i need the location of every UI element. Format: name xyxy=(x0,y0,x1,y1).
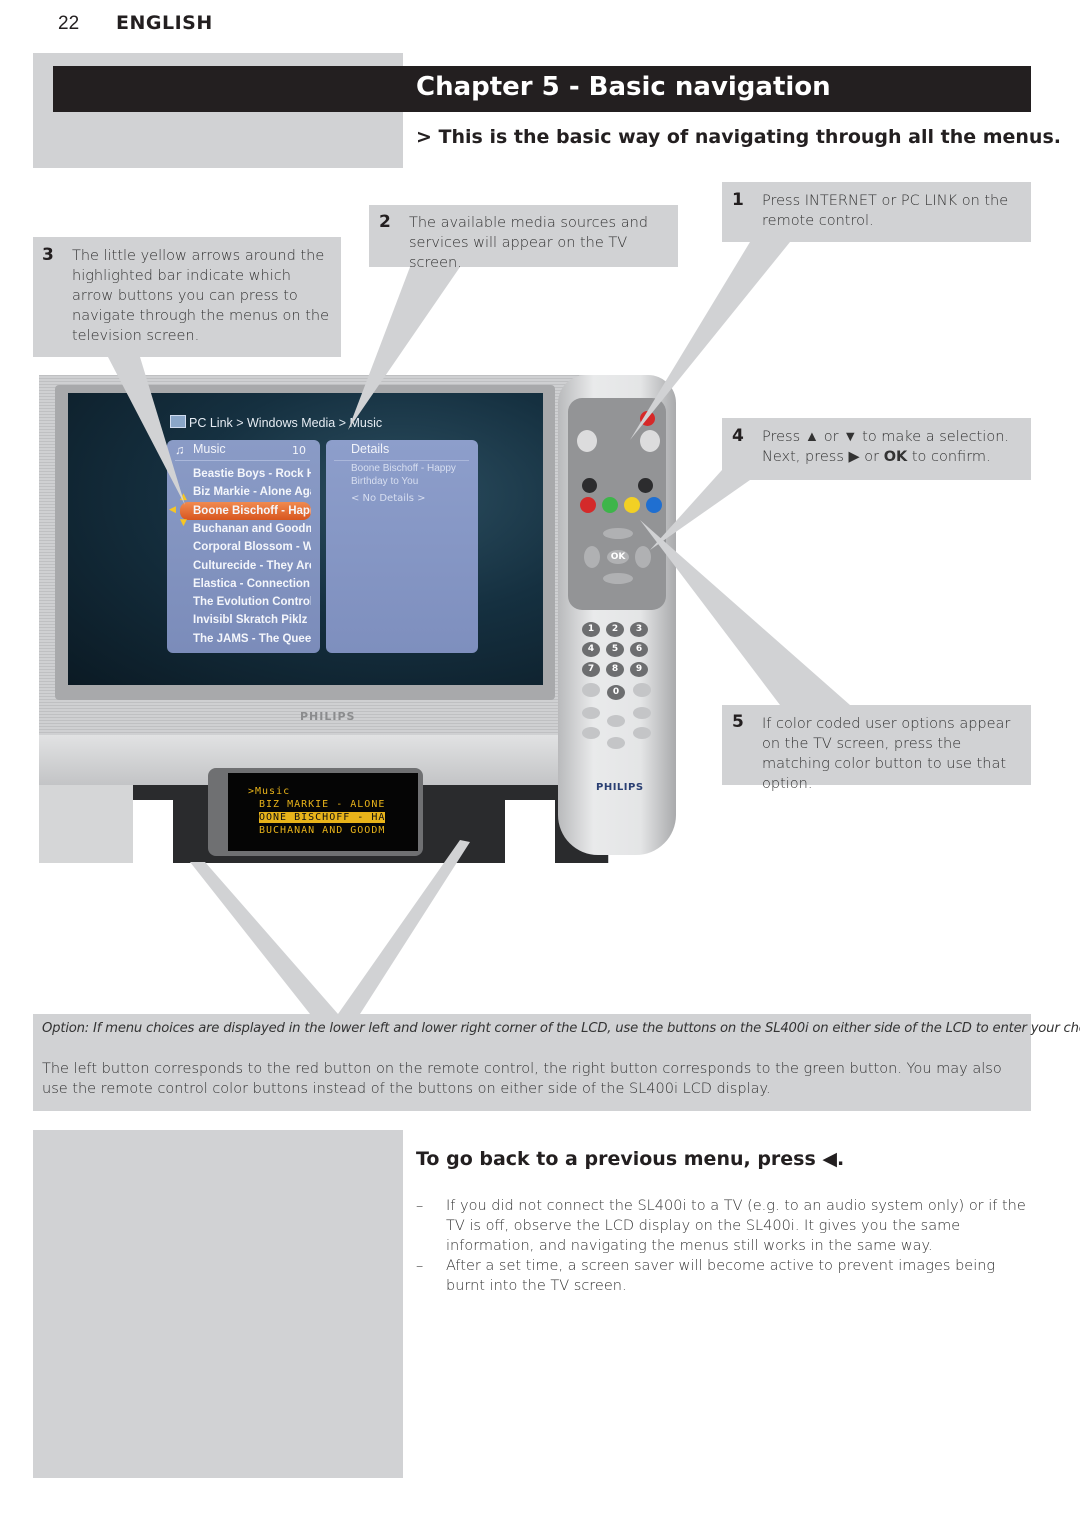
option-note-text: The left button corresponds to the red b… xyxy=(42,1061,1002,1097)
bullet-marker: – xyxy=(416,1258,424,1274)
pointer-callout-2 xyxy=(348,267,460,430)
bullet-item: – After a set time, a screen saver will b… xyxy=(416,1256,1032,1296)
bullet-marker: – xyxy=(416,1198,424,1214)
back-heading: To go back to a previous menu, press ◀. xyxy=(416,1148,845,1170)
pointer-callout-1 xyxy=(630,242,790,440)
side-gray-block xyxy=(33,1130,403,1478)
bullet-text: If you did not connect the SL400i to a T… xyxy=(446,1198,1026,1254)
bullet-text: After a set time, a screen saver will be… xyxy=(446,1258,996,1294)
pointer-callout-4 xyxy=(650,470,750,550)
back-bullets: – If you did not connect the SL400i to a … xyxy=(416,1196,1032,1296)
option-note-italic: Option: If menu choices are displayed in… xyxy=(42,1021,1080,1036)
bullet-item: – If you did not connect the SL400i to a … xyxy=(416,1196,1032,1256)
pointer-callout-3 xyxy=(108,357,185,505)
pointer-callout-5 xyxy=(640,520,850,705)
pointer-option-note xyxy=(190,840,470,1014)
